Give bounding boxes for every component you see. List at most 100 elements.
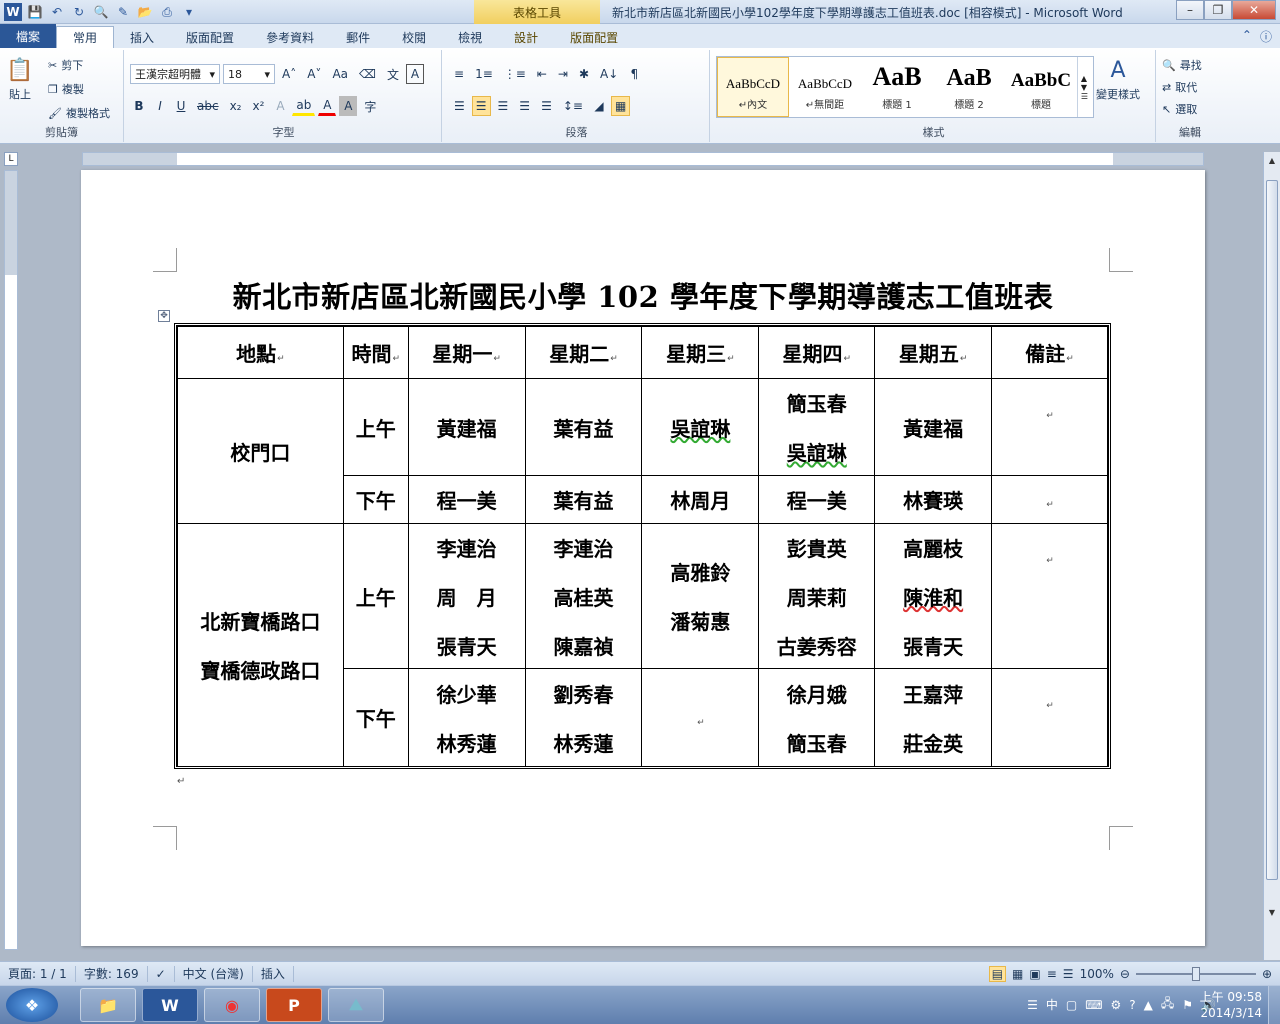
system-clock[interactable]: 上午 09:58 2014/3/14 bbox=[1200, 989, 1262, 1021]
tab-selector[interactable]: L bbox=[4, 152, 18, 166]
bold-icon[interactable]: B bbox=[130, 96, 148, 116]
style-title[interactable]: AaBbC 標題 bbox=[1005, 57, 1077, 117]
print-preview-icon[interactable]: 🔍 bbox=[92, 3, 110, 21]
header-cell[interactable]: 星期一↵ bbox=[407, 326, 526, 379]
show-desktop-button[interactable] bbox=[1268, 986, 1280, 1024]
shrink-font-icon[interactable]: A˅ bbox=[303, 64, 325, 84]
tab-references[interactable]: 參考資料 bbox=[250, 26, 330, 48]
save-icon[interactable]: 💾 bbox=[26, 3, 44, 21]
vertical-ruler[interactable] bbox=[4, 170, 18, 950]
print-layout-view-icon[interactable]: ▤ bbox=[988, 966, 1007, 982]
time-cell[interactable]: 上午 bbox=[342, 378, 409, 476]
char-shading-icon[interactable]: A bbox=[339, 96, 358, 116]
subscript-icon[interactable]: x₂ bbox=[226, 96, 246, 116]
note-cell[interactable]: ↵ bbox=[991, 475, 1108, 524]
clear-format-icon[interactable]: ⌫ bbox=[355, 64, 380, 84]
tab-table-layout[interactable]: 版面配置 bbox=[554, 26, 634, 48]
full-screen-view-icon[interactable]: ▦ bbox=[1012, 967, 1023, 981]
duty-cell[interactable]: ↵ bbox=[641, 668, 760, 767]
grow-font-icon[interactable]: A˄ bbox=[278, 64, 300, 84]
location-cell[interactable]: 北新寶橋路口 寶橋德政路口 bbox=[177, 523, 344, 767]
style-heading-2[interactable]: AaB 標題 2 bbox=[933, 57, 1005, 117]
insert-mode[interactable]: 插入 bbox=[253, 965, 294, 982]
draft-view-icon[interactable]: ☰ bbox=[1063, 967, 1074, 981]
ime-icon[interactable]: ☰ bbox=[1027, 998, 1038, 1012]
select-button[interactable]: ↖ 選取 bbox=[1162, 98, 1197, 120]
tab-view[interactable]: 檢視 bbox=[442, 26, 498, 48]
multilevel-list-icon[interactable]: ⋮≡ bbox=[500, 64, 530, 84]
tab-home[interactable]: 常用 bbox=[56, 26, 115, 48]
undo-icon[interactable]: ↶ bbox=[48, 3, 66, 21]
print-icon[interactable]: ⎙ bbox=[158, 3, 176, 21]
header-cell[interactable]: 備註↵ bbox=[991, 326, 1108, 379]
outline-view-icon[interactable]: ≡ bbox=[1047, 967, 1057, 981]
scroll-up-icon[interactable]: ▲ bbox=[1264, 152, 1280, 168]
close-button[interactable]: ✕ bbox=[1232, 0, 1276, 20]
style-heading-1[interactable]: AaB 標題 1 bbox=[861, 57, 933, 117]
horizontal-ruler[interactable] bbox=[82, 152, 1204, 166]
time-cell[interactable]: 下午 bbox=[342, 668, 409, 767]
find-button[interactable]: 🔍 尋找 bbox=[1162, 54, 1202, 76]
justify-icon[interactable]: ☰ bbox=[515, 96, 534, 116]
tab-mailings[interactable]: 郵件 bbox=[330, 26, 386, 48]
duty-cell[interactable]: 李連治 高桂英 陳嘉禎 bbox=[524, 523, 643, 669]
duty-cell[interactable]: 吳誼琳 bbox=[641, 378, 760, 476]
photo-viewer-taskbar-icon[interactable]: ⛰ bbox=[328, 988, 384, 1022]
network-icon[interactable]: 🖧 bbox=[1161, 994, 1174, 1015]
tray-expand-icon[interactable]: ▲ bbox=[1144, 998, 1153, 1012]
strikethrough-icon[interactable]: abc bbox=[193, 96, 223, 116]
decrease-indent-icon[interactable]: ⇤ bbox=[533, 64, 551, 84]
duty-cell[interactable]: 高雅鈴 潘菊惠 bbox=[641, 523, 760, 669]
chinese-layout-icon[interactable]: ✱ bbox=[575, 64, 593, 84]
open-icon[interactable]: 📂 bbox=[136, 3, 154, 21]
style-no-spacing[interactable]: AaBbCcD ↵無間距 bbox=[789, 57, 861, 117]
header-cell[interactable]: 地點↵ bbox=[177, 326, 344, 379]
text-effects-icon[interactable]: A bbox=[271, 96, 289, 116]
time-cell[interactable]: 下午 bbox=[342, 475, 409, 524]
bullets-icon[interactable]: ≡ bbox=[450, 64, 468, 84]
note-cell[interactable]: ↵ bbox=[991, 668, 1108, 767]
scroll-thumb[interactable] bbox=[1266, 180, 1278, 880]
minimize-ribbon-icon[interactable]: ⌃ bbox=[1242, 28, 1252, 45]
italic-icon[interactable]: I bbox=[151, 96, 169, 116]
ime-shape-icon[interactable]: ▢ bbox=[1066, 998, 1077, 1012]
header-cell[interactable]: 時間↵ bbox=[342, 326, 409, 379]
word-app-icon[interactable]: W bbox=[4, 3, 22, 21]
duty-cell[interactable]: 葉有益 bbox=[524, 378, 643, 476]
numbering-icon[interactable]: 1≡ bbox=[471, 64, 497, 84]
align-right-icon[interactable]: ☰ bbox=[494, 96, 513, 116]
document-title[interactable]: 新北市新店區北新國民小學 102 學年度下學期導護志工值班表 bbox=[81, 274, 1205, 316]
proofing-icon[interactable]: ✓ bbox=[148, 965, 175, 982]
styles-scroll[interactable]: ▲ ▼ ☰ bbox=[1077, 57, 1091, 117]
tab-table-design[interactable]: 設計 bbox=[498, 26, 554, 48]
duty-cell[interactable]: 徐少華 林秀蓮 bbox=[407, 668, 526, 767]
copy-button[interactable]: ❐ 複製 bbox=[48, 78, 84, 100]
tab-insert[interactable]: 插入 bbox=[114, 26, 170, 48]
time-cell[interactable]: 上午 bbox=[342, 523, 409, 669]
duty-cell[interactable]: 徐月娥 簡玉春 bbox=[758, 668, 876, 767]
font-name-combo[interactable]: 王漢宗超明體 ▾ bbox=[130, 64, 220, 84]
font-size-combo[interactable]: 18 ▾ bbox=[223, 64, 275, 84]
zoom-slider[interactable] bbox=[1135, 967, 1256, 981]
ime-mode[interactable]: 中 bbox=[1046, 996, 1058, 1013]
duty-cell[interactable]: 彭貴英 周茉莉 古姜秀容 bbox=[758, 523, 876, 669]
header-cell[interactable]: 星期五↵ bbox=[874, 326, 993, 379]
change-styles-button[interactable]: A 變更樣式 bbox=[1096, 54, 1140, 102]
header-cell[interactable]: 星期三↵ bbox=[641, 326, 760, 379]
replace-button[interactable]: ⇄ 取代 bbox=[1162, 76, 1197, 98]
change-case-icon[interactable]: Aa bbox=[328, 64, 352, 84]
document-page[interactable]: 新北市新店區北新國民小學 102 學年度下學期導護志工值班表 ✥ 地點↵ 時間↵… bbox=[81, 170, 1205, 946]
duty-cell[interactable]: 高麗枝 陳淮和 張青天 bbox=[874, 523, 993, 669]
borders-icon[interactable]: ▦ bbox=[610, 96, 631, 116]
superscript-icon[interactable]: x² bbox=[249, 96, 269, 116]
redo-icon[interactable]: ↻ bbox=[70, 3, 88, 21]
header-cell[interactable]: 星期二↵ bbox=[524, 326, 643, 379]
underline-icon[interactable]: U bbox=[172, 96, 190, 116]
help-icon[interactable]: ? bbox=[1129, 998, 1135, 1012]
word-count[interactable]: 字數: 169 bbox=[76, 965, 148, 982]
cut-button[interactable]: ✂ 剪下 bbox=[48, 54, 83, 76]
vertical-scrollbar[interactable]: ▲ ▼ bbox=[1263, 152, 1280, 960]
zoom-out-icon[interactable]: ⊖ bbox=[1120, 967, 1130, 981]
duty-cell[interactable]: 程一美 bbox=[407, 475, 526, 524]
duty-cell[interactable]: 李連治周 月張青天 bbox=[407, 523, 526, 669]
